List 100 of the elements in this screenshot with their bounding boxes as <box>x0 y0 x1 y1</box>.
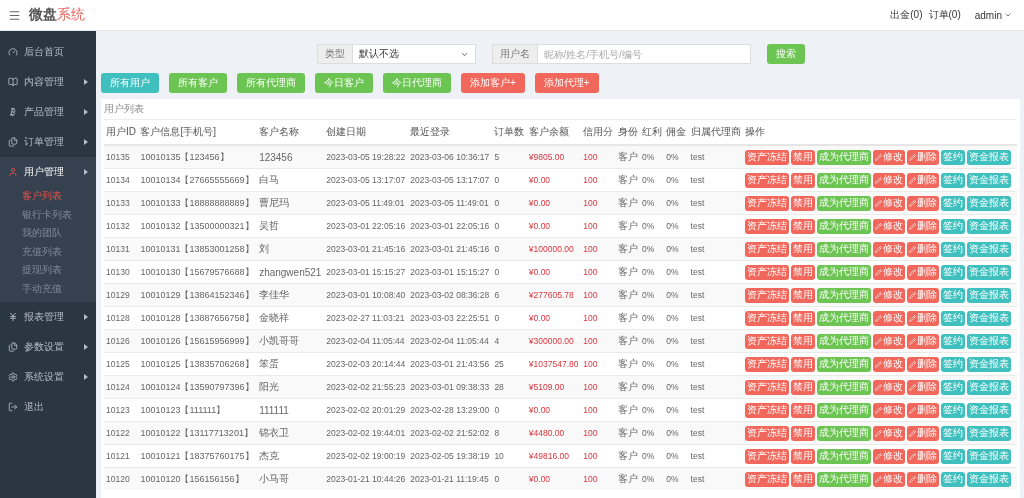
menu-icon[interactable] <box>8 8 21 22</box>
action-button[interactable]: 成为代理商 <box>817 195 872 211</box>
action-button[interactable]: 资产冻结 <box>745 287 790 303</box>
user-menu[interactable]: admin <box>974 9 1012 21</box>
action-button[interactable]: 资产冻结 <box>745 172 790 188</box>
action-button[interactable]: 资金报表 <box>967 425 1012 441</box>
action-button[interactable]: 禁用 <box>791 448 816 464</box>
action-button[interactable]: 成为代理商 <box>817 218 872 234</box>
action-button[interactable]: 禁用 <box>791 310 816 326</box>
action-button[interactable]: 资金报表 <box>967 195 1012 211</box>
action-button[interactable]: 资金报表 <box>967 379 1012 395</box>
sidebar-item[interactable]: 用户管理 <box>0 157 96 187</box>
action-button[interactable]: 禁用 <box>791 425 816 441</box>
action-button[interactable]: 签约 <box>941 333 966 349</box>
action-button[interactable]: 资产冻结 <box>745 241 790 257</box>
header-link[interactable]: 出金(0) <box>890 8 923 22</box>
action-button[interactable]: 成为代理商 <box>817 471 872 487</box>
search-field[interactable]: 昵称/姓名/手机号/编号 <box>537 44 751 64</box>
sidebar-item[interactable]: 订单管理 <box>0 127 96 157</box>
action-button[interactable]: 修改 <box>873 310 906 326</box>
action-button[interactable]: 资产冻结 <box>745 195 790 211</box>
action-button[interactable]: 成为代理商 <box>817 402 872 418</box>
action-button[interactable]: 资产冻结 <box>745 379 790 395</box>
action-button[interactable]: 修改 <box>873 402 906 418</box>
sidebar-subitem[interactable]: 手动充值 <box>0 279 96 298</box>
filter-button[interactable]: 今日客户 <box>315 73 373 93</box>
filter-button[interactable]: 添加客户+ <box>461 73 525 93</box>
action-button[interactable]: 资产冻结 <box>745 356 790 372</box>
action-button[interactable]: 删除 <box>907 471 940 487</box>
sidebar-subitem[interactable]: 充值列表 <box>0 242 96 261</box>
action-button[interactable]: 修改 <box>873 333 906 349</box>
sidebar-item[interactable]: 系统设置 <box>0 362 96 392</box>
action-button[interactable]: 成为代理商 <box>817 310 872 326</box>
action-button[interactable]: 资产冻结 <box>745 218 790 234</box>
action-button[interactable]: 删除 <box>907 379 940 395</box>
action-button[interactable]: 资产冻结 <box>745 402 790 418</box>
action-button[interactable]: 资金报表 <box>967 448 1012 464</box>
action-button[interactable]: 签约 <box>941 287 966 303</box>
action-button[interactable]: 禁用 <box>791 195 816 211</box>
sidebar-item[interactable]: 后台首页 <box>0 37 96 67</box>
action-button[interactable]: 删除 <box>907 402 940 418</box>
action-button[interactable]: 签约 <box>941 425 966 441</box>
action-button[interactable]: 成为代理商 <box>817 149 872 165</box>
action-button[interactable]: 删除 <box>907 425 940 441</box>
sidebar-item[interactable]: 参数设置 <box>0 332 96 362</box>
filter-button[interactable]: 所有客户 <box>169 73 227 93</box>
action-button[interactable]: 资产冻结 <box>745 425 790 441</box>
search-button[interactable]: 搜索 <box>766 44 805 64</box>
action-button[interactable]: 禁用 <box>791 379 816 395</box>
header-link[interactable]: 订单(0) <box>928 8 961 22</box>
action-button[interactable]: 删除 <box>907 356 940 372</box>
filter-button[interactable]: 今日代理商 <box>383 73 451 93</box>
action-button[interactable]: 资金报表 <box>967 333 1012 349</box>
action-button[interactable]: 修改 <box>873 379 906 395</box>
action-button[interactable]: 签约 <box>941 149 966 165</box>
action-button[interactable]: 资产冻结 <box>745 149 790 165</box>
action-button[interactable]: 资金报表 <box>967 264 1012 280</box>
action-button[interactable]: 资金报表 <box>967 356 1012 372</box>
action-button[interactable]: 签约 <box>941 356 966 372</box>
action-button[interactable]: 签约 <box>941 241 966 257</box>
action-button[interactable]: 资金报表 <box>967 310 1012 326</box>
sidebar-subitem[interactable]: 客户列表 <box>0 187 96 206</box>
action-button[interactable]: 修改 <box>873 241 906 257</box>
action-button[interactable]: 签约 <box>941 218 966 234</box>
action-button[interactable]: 删除 <box>907 149 940 165</box>
sidebar-item[interactable]: 退出 <box>0 392 96 422</box>
action-button[interactable]: 修改 <box>873 471 906 487</box>
action-button[interactable]: 删除 <box>907 333 940 349</box>
action-button[interactable]: 禁用 <box>791 471 816 487</box>
action-button[interactable]: 修改 <box>873 287 906 303</box>
action-button[interactable]: 资产冻结 <box>745 333 790 349</box>
action-button[interactable]: 资金报表 <box>967 471 1012 487</box>
action-button[interactable]: 成为代理商 <box>817 425 872 441</box>
action-button[interactable]: 签约 <box>941 448 966 464</box>
action-button[interactable]: 成为代理商 <box>817 172 872 188</box>
action-button[interactable]: 禁用 <box>791 287 816 303</box>
action-button[interactable]: 修改 <box>873 195 906 211</box>
action-button[interactable]: 签约 <box>941 195 966 211</box>
action-button[interactable]: 修改 <box>873 149 906 165</box>
action-button[interactable]: 资产冻结 <box>745 471 790 487</box>
action-button[interactable]: 资金报表 <box>967 218 1012 234</box>
sidebar-subitem[interactable]: 我的团队 <box>0 224 96 243</box>
action-button[interactable]: 签约 <box>941 471 966 487</box>
action-button[interactable]: 禁用 <box>791 402 816 418</box>
action-button[interactable]: 修改 <box>873 425 906 441</box>
action-button[interactable]: 禁用 <box>791 218 816 234</box>
action-button[interactable]: 成为代理商 <box>817 264 872 280</box>
action-button[interactable]: 删除 <box>907 264 940 280</box>
sidebar-subitem[interactable]: 银行卡列表 <box>0 205 96 224</box>
action-button[interactable]: 禁用 <box>791 333 816 349</box>
action-button[interactable]: 修改 <box>873 448 906 464</box>
action-button[interactable]: 删除 <box>907 448 940 464</box>
action-button[interactable]: 资金报表 <box>967 402 1012 418</box>
filter-button[interactable]: 所有代理商 <box>237 73 305 93</box>
action-button[interactable]: 成为代理商 <box>817 379 872 395</box>
sidebar-item[interactable]: 报表管理 <box>0 302 96 332</box>
action-button[interactable]: 修改 <box>873 356 906 372</box>
action-button[interactable]: 成为代理商 <box>817 241 872 257</box>
action-button[interactable]: 禁用 <box>791 356 816 372</box>
action-button[interactable]: 资金报表 <box>967 241 1012 257</box>
